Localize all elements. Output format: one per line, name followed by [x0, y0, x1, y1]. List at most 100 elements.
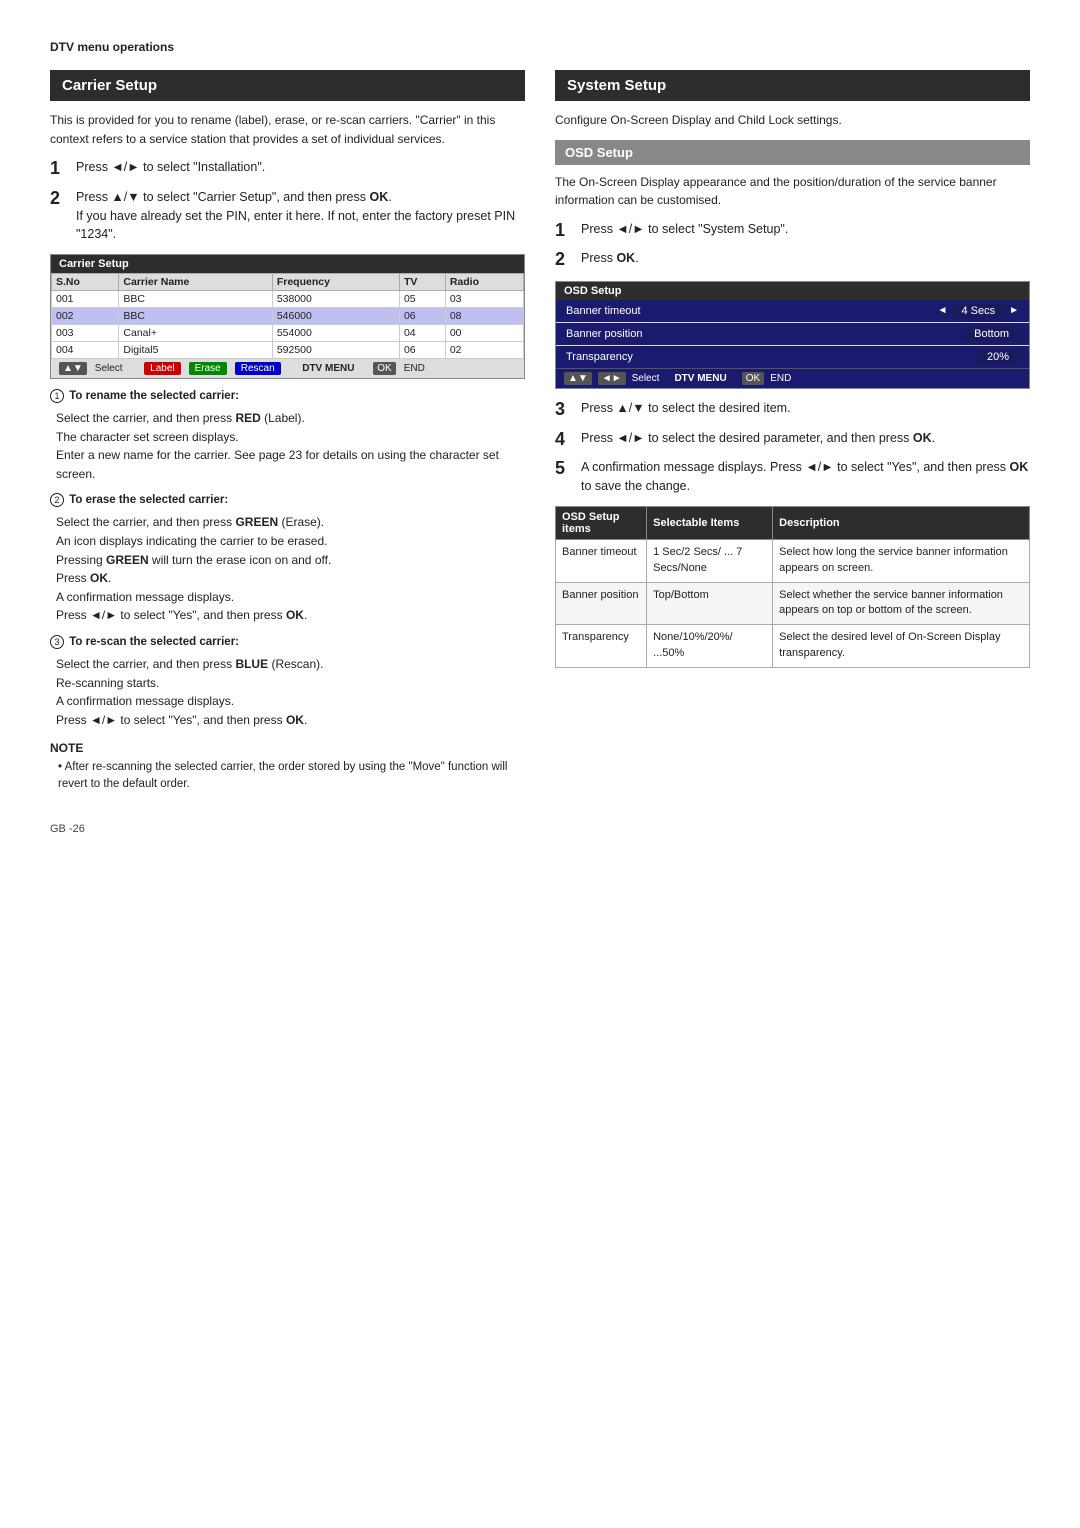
osd-value-wrap-2: Bottom	[964, 327, 1019, 341]
osd-item-1: Banner timeout	[556, 539, 647, 582]
green-label: GREEN	[235, 515, 278, 529]
sub-title-1: To rename the selected carrier:	[69, 390, 239, 402]
circle-1: 1	[50, 389, 64, 403]
carrier-table-body: 001BBC5380000503 002BBC5460000608 003Can…	[52, 291, 524, 359]
red-label: RED	[235, 411, 260, 425]
osd-end-label: END	[770, 373, 791, 384]
osd-step-4-num: 4	[555, 429, 573, 451]
osd-banner-timeout-label: Banner timeout	[566, 305, 938, 317]
osd-step-5-num: 5	[555, 458, 573, 496]
circle-3: 3	[50, 635, 64, 649]
ok-1: OK	[90, 571, 108, 585]
osd-nav-ud-icon: ▲▼	[564, 372, 592, 385]
col-sno: S.No	[52, 274, 119, 291]
step-1-content: Press ◄/► to select "Installation".	[76, 158, 525, 180]
osd-desc-table: OSD Setup items Selectable Items Descrip…	[555, 506, 1030, 669]
page-header: DTV menu operations	[50, 40, 1030, 54]
osd-box-body: Banner timeout ◄ 4 Secs ► Banner positio…	[556, 300, 1029, 368]
rescan-button: Rescan	[235, 362, 281, 375]
col-tv: TV	[399, 274, 445, 291]
osd-step-1: 1 Press ◄/► to select "System Setup".	[555, 220, 1030, 242]
osd-description-1: Select how long the service banner infor…	[773, 539, 1030, 582]
ok-btn: OK	[373, 362, 395, 375]
carrier-table-footer: ▲▼ Select Label Erase Rescan DTV MENU OK…	[51, 359, 524, 378]
osd-selectable-2: Top/Bottom	[647, 582, 773, 625]
green-label-2: GREEN	[106, 553, 149, 567]
osd-banner-timeout-value: 4 Secs	[951, 304, 1005, 318]
osd-transparency-value: 20%	[977, 350, 1019, 364]
osd-step-4-content: Press ◄/► to select the desired paramete…	[581, 429, 1030, 451]
osd-step-5: 5 A confirmation message displays. Press…	[555, 458, 1030, 496]
table-row: 001BBC5380000503	[52, 291, 524, 308]
ok-label-2: OK	[616, 251, 635, 265]
osd-selectable-1: 1 Sec/2 Secs/ ... 7 Secs/None	[647, 539, 773, 582]
dtv-menu-label: DTV MENU	[302, 363, 354, 374]
osd-value-wrap-1: ◄ 4 Secs ►	[938, 304, 1019, 318]
sub-step-block-2: Select the carrier, and then press GREEN…	[56, 513, 525, 625]
col-carrier-name: Carrier Name	[119, 274, 272, 291]
osd-ok-btn: OK	[742, 372, 764, 385]
system-setup-title: System Setup	[555, 70, 1030, 101]
osd-setup-title: OSD Setup	[555, 140, 1030, 165]
osd-box-header: OSD Setup	[556, 282, 1029, 300]
osd-transparency-label: Transparency	[566, 351, 977, 363]
carrier-table-wrap: Carrier Setup S.No Carrier Name Frequenc…	[50, 254, 525, 379]
osd-box-footer: ▲▼ ◄► Select DTV MENU OK END	[556, 368, 1029, 388]
osd-step-2-content: Press OK.	[581, 249, 1030, 271]
step-1-num: 1	[50, 158, 68, 180]
step-2-num: 2	[50, 188, 68, 244]
osd-row-banner-timeout: Banner timeout ◄ 4 Secs ►	[556, 300, 1029, 323]
select-label: Select	[95, 363, 123, 374]
ok-label: OK	[369, 190, 388, 204]
note-title: NOTE	[50, 741, 83, 755]
osd-nav-lr-icon: ◄►	[598, 372, 626, 385]
system-setup-column: System Setup Configure On-Screen Display…	[555, 70, 1030, 793]
sub-step-block-3: Select the carrier, and then press BLUE …	[56, 655, 525, 729]
osd-step-2: 2 Press OK.	[555, 249, 1030, 271]
osd-step-3-num: 3	[555, 399, 573, 421]
osd-step-1-content: Press ◄/► to select "System Setup".	[581, 220, 1030, 242]
osd-banner-position-label: Banner position	[566, 328, 964, 340]
osd-dtv-menu-label: DTV MENU	[674, 373, 726, 384]
sub-title-2: To erase the selected carrier:	[69, 494, 228, 506]
ok-label-5: OK	[1010, 460, 1029, 474]
col-selectable-items: Selectable Items	[647, 506, 773, 539]
ok-label-4: OK	[913, 431, 932, 445]
osd-step-3-content: Press ▲/▼ to select the desired item.	[581, 399, 1030, 421]
pin-note: If you have already set the PIN, enter i…	[76, 209, 515, 242]
label-button: Label	[144, 362, 180, 375]
osd-row-transparency: Transparency 20%	[556, 346, 1029, 368]
osd-description-3: Select the desired level of On-Screen Di…	[773, 625, 1030, 668]
table-row: Transparency None/10%/20%/ ...50% Select…	[556, 625, 1030, 668]
osd-value-wrap-3: 20%	[977, 350, 1019, 364]
note-list: After re-scanning the selected carrier, …	[50, 759, 525, 794]
osd-step-3: 3 Press ▲/▼ to select the desired item.	[555, 399, 1030, 421]
page-footer: GB -26	[50, 823, 1030, 835]
step-1: 1 Press ◄/► to select "Installation".	[50, 158, 525, 180]
sub-note-2: 2 To erase the selected carrier:	[50, 493, 525, 507]
osd-setup-description: The On-Screen Display appearance and the…	[555, 173, 1030, 210]
page-number: GB -26	[50, 823, 85, 835]
col-radio: Radio	[445, 274, 523, 291]
col-osd-items: OSD Setup items	[556, 506, 647, 539]
end-label: END	[404, 363, 425, 374]
table-row: Banner timeout 1 Sec/2 Secs/ ... 7 Secs/…	[556, 539, 1030, 582]
carrier-setup-description: This is provided for you to rename (labe…	[50, 111, 525, 148]
ok-3: OK	[286, 713, 304, 727]
sub-title-3: To re-scan the selected carrier:	[69, 636, 239, 648]
blue-label: BLUE	[235, 657, 268, 671]
osd-left-arrow: ◄	[938, 305, 948, 316]
nav-up-down-icon: ▲▼	[59, 362, 87, 375]
osd-step-1-num: 1	[555, 220, 573, 242]
osd-item-2: Banner position	[556, 582, 647, 625]
osd-banner-position-value: Bottom	[964, 327, 1019, 341]
step-2-content: Press ▲/▼ to select "Carrier Setup", and…	[76, 188, 525, 244]
step-2: 2 Press ▲/▼ to select "Carrier Setup", a…	[50, 188, 525, 244]
erase-button: Erase	[189, 362, 227, 375]
col-frequency: Frequency	[272, 274, 399, 291]
carrier-table-header: Carrier Setup	[51, 255, 524, 273]
circle-2: 2	[50, 493, 64, 507]
osd-display-box: OSD Setup Banner timeout ◄ 4 Secs ► Bann…	[555, 281, 1030, 389]
table-row: 004Digital55925000602	[52, 342, 524, 359]
sub-note-3: 3 To re-scan the selected carrier:	[50, 635, 525, 649]
